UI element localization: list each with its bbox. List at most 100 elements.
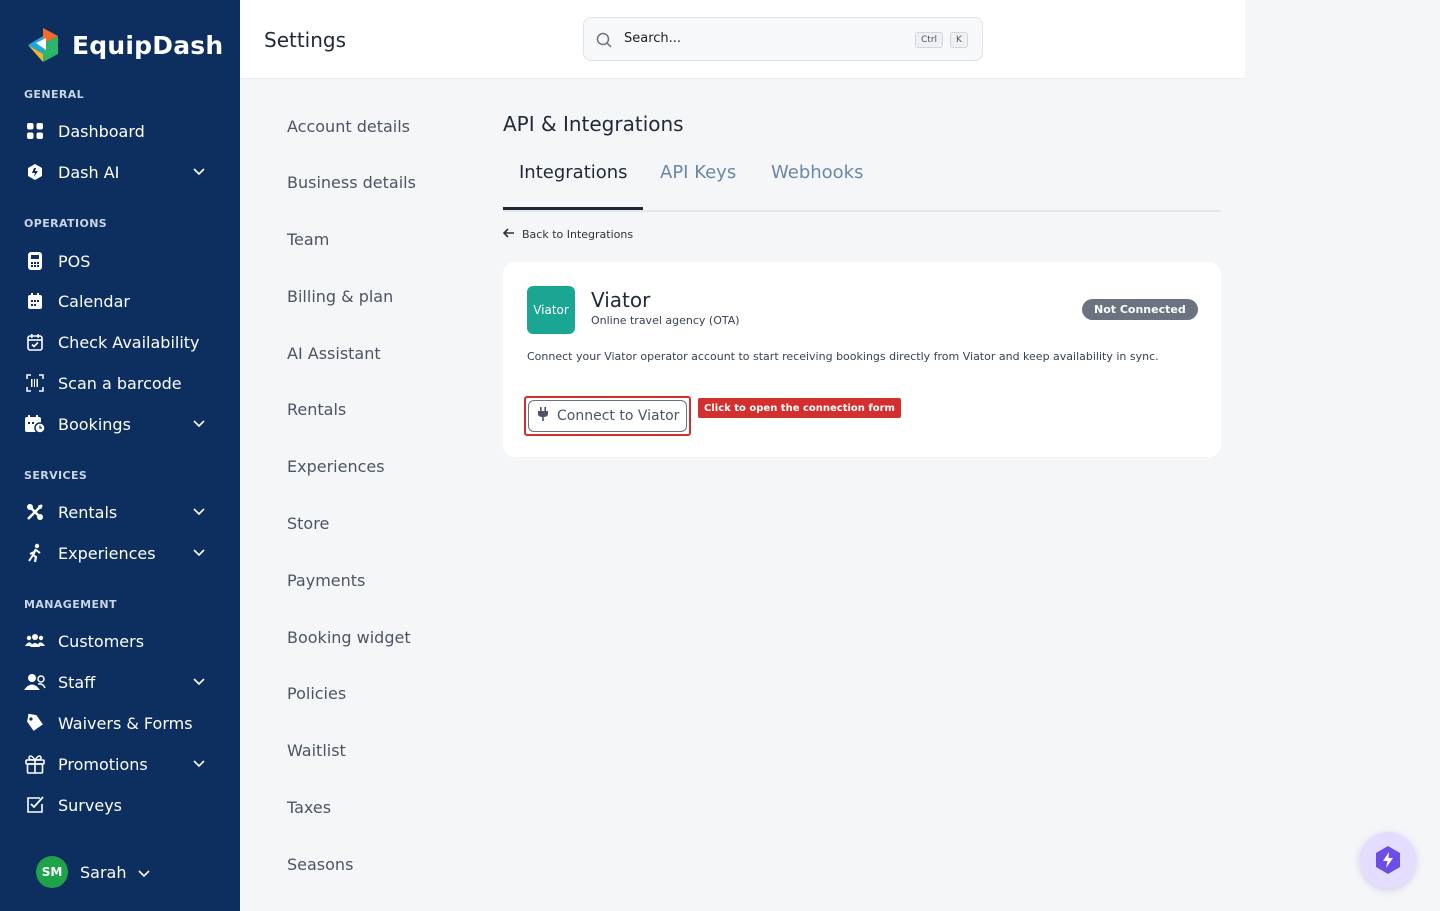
sidebar-item-label: Promotions — [58, 754, 148, 774]
settings-item-booking-widget[interactable]: Booking widget — [287, 628, 411, 647]
settings-item-taxes[interactable]: Taxes — [287, 798, 331, 817]
sidebar-item-pos[interactable]: POS — [24, 245, 216, 277]
connect-hint-tooltip: Click to open the connection form — [698, 398, 901, 418]
sidebar-item-label: Experiences — [58, 543, 156, 563]
sidebar-item-label: Check Availability — [58, 332, 200, 352]
sidebar: EquipDash GENERAL OPERATIONS SERVICES MA… — [0, 0, 240, 911]
status-badge: Not Connected — [1082, 299, 1198, 320]
active-tab-indicator — [503, 207, 643, 210]
customers-icon — [24, 630, 46, 652]
sidebar-item-rentals[interactable]: Rentals — [24, 496, 216, 528]
sidebar-item-dashboard[interactable]: Dashboard — [24, 115, 216, 147]
back-to-integrations-link[interactable]: Back to Integrations — [502, 228, 634, 241]
settings-item-ai-assistant[interactable]: AI Assistant — [287, 344, 381, 363]
arrow-left-icon — [502, 228, 515, 241]
sidebar-item-label: Waivers & Forms — [58, 713, 193, 733]
search-input[interactable] — [624, 24, 904, 52]
chevron-down-icon — [192, 165, 206, 179]
app-logo[interactable]: EquipDash — [24, 26, 223, 64]
sidebar-item-dash-ai[interactable]: Dash AI — [24, 156, 216, 188]
barcode-icon — [24, 372, 46, 394]
staff-icon — [24, 671, 46, 693]
tab-webhooks[interactable]: Webhooks — [771, 162, 863, 183]
search-box[interactable]: Ctrl K — [583, 17, 983, 61]
app-name: EquipDash — [72, 30, 224, 60]
user-name: Sarah — [80, 862, 127, 882]
chevron-down-icon — [192, 546, 206, 560]
user-menu[interactable]: SM Sarah — [36, 856, 151, 888]
tab-integrations[interactable]: Integrations — [519, 162, 628, 183]
settings-item-policies[interactable]: Policies — [287, 684, 346, 703]
calendar-check-icon — [24, 331, 46, 353]
shortcut-ctrl-key: Ctrl — [915, 32, 944, 48]
connect-to-viator-button[interactable]: Connect to Viator — [528, 400, 687, 432]
integration-description: Connect your Viator operator account to … — [527, 350, 1159, 363]
settings-item-billing-plan[interactable]: Billing & plan — [287, 287, 393, 306]
back-link-label: Back to Integrations — [522, 228, 634, 241]
settings-item-seasons[interactable]: Seasons — [287, 855, 353, 874]
tab-bar: Integrations API Keys Webhooks — [503, 150, 1221, 212]
section-label-management: MANAGEMENT — [24, 598, 117, 611]
sidebar-item-staff[interactable]: Staff — [24, 666, 216, 698]
sidebar-item-label: Rentals — [58, 502, 118, 522]
integration-name: Viator — [591, 288, 651, 312]
shortcut-k-key: K — [950, 32, 968, 48]
sidebar-item-label: Surveys — [58, 795, 122, 815]
section-title: API & Integrations — [503, 112, 684, 136]
sidebar-item-surveys[interactable]: Surveys — [24, 789, 216, 821]
settings-item-rentals[interactable]: Rentals — [287, 400, 346, 419]
sidebar-item-experiences[interactable]: Experiences — [24, 537, 216, 569]
sidebar-item-label: Staff — [58, 672, 96, 692]
sidebar-item-label: Dash AI — [58, 162, 120, 182]
sidebar-item-bookings[interactable]: Bookings — [24, 408, 216, 440]
bookings-icon — [24, 413, 46, 435]
sidebar-item-label: Bookings — [58, 414, 131, 434]
chevron-down-icon — [192, 417, 206, 431]
settings-item-payments[interactable]: Payments — [287, 571, 365, 590]
search-icon — [596, 32, 612, 52]
sidebar-item-label: Scan a barcode — [58, 373, 182, 393]
sidebar-item-label: Calendar — [58, 291, 130, 311]
sidebar-item-promotions[interactable]: Promotions — [24, 748, 216, 780]
settings-item-team[interactable]: Team — [287, 230, 329, 249]
gift-icon — [24, 753, 46, 775]
pos-terminal-icon — [24, 250, 46, 272]
settings-item-account-details[interactable]: Account details — [287, 117, 410, 136]
chevron-down-icon — [192, 675, 206, 689]
avatar: SM — [36, 856, 68, 888]
ai-shield-icon — [24, 161, 46, 183]
sidebar-item-customers[interactable]: Customers — [24, 625, 216, 657]
viator-logo: Viator — [527, 286, 575, 334]
tab-api-keys[interactable]: API Keys — [660, 162, 736, 183]
connect-button-highlight: Connect to Viator — [524, 396, 691, 436]
sidebar-item-calendar[interactable]: Calendar — [24, 285, 216, 317]
settings-item-waitlist[interactable]: Waitlist — [287, 741, 346, 760]
rentals-icon — [24, 501, 46, 523]
sidebar-item-label: Dashboard — [58, 121, 145, 141]
connect-button-label: Connect to Viator — [557, 408, 680, 424]
section-label-general: GENERAL — [24, 88, 85, 101]
grid-icon — [24, 120, 46, 142]
integration-subtitle: Online travel agency (OTA) — [591, 314, 740, 327]
equipdash-logo-icon — [24, 26, 62, 64]
section-label-operations: OPERATIONS — [24, 217, 108, 230]
settings-item-store[interactable]: Store — [287, 514, 329, 533]
section-label-services: SERVICES — [24, 469, 88, 482]
sidebar-item-check-availability[interactable]: Check Availability — [24, 326, 216, 358]
ai-bolt-icon — [1371, 843, 1405, 877]
calendar-icon — [24, 290, 46, 312]
page-title: Settings — [264, 28, 347, 52]
ai-assistant-fab[interactable] — [1360, 832, 1416, 888]
settings-item-experiences[interactable]: Experiences — [287, 457, 385, 476]
chevron-down-icon — [192, 505, 206, 519]
chevron-down-icon — [192, 757, 206, 771]
sidebar-item-waivers-forms[interactable]: Waivers & Forms — [24, 707, 216, 739]
chevron-down-icon — [138, 863, 151, 882]
integration-card: Viator Viator Online travel agency (OTA)… — [503, 262, 1221, 457]
sidebar-item-label: Customers — [58, 631, 145, 651]
topbar: Settings Ctrl K — [240, 0, 1245, 79]
settings-item-business-details[interactable]: Business details — [287, 173, 416, 192]
experiences-icon — [24, 542, 46, 564]
plug-icon — [537, 407, 549, 425]
sidebar-item-scan-barcode[interactable]: Scan a barcode — [24, 367, 216, 399]
